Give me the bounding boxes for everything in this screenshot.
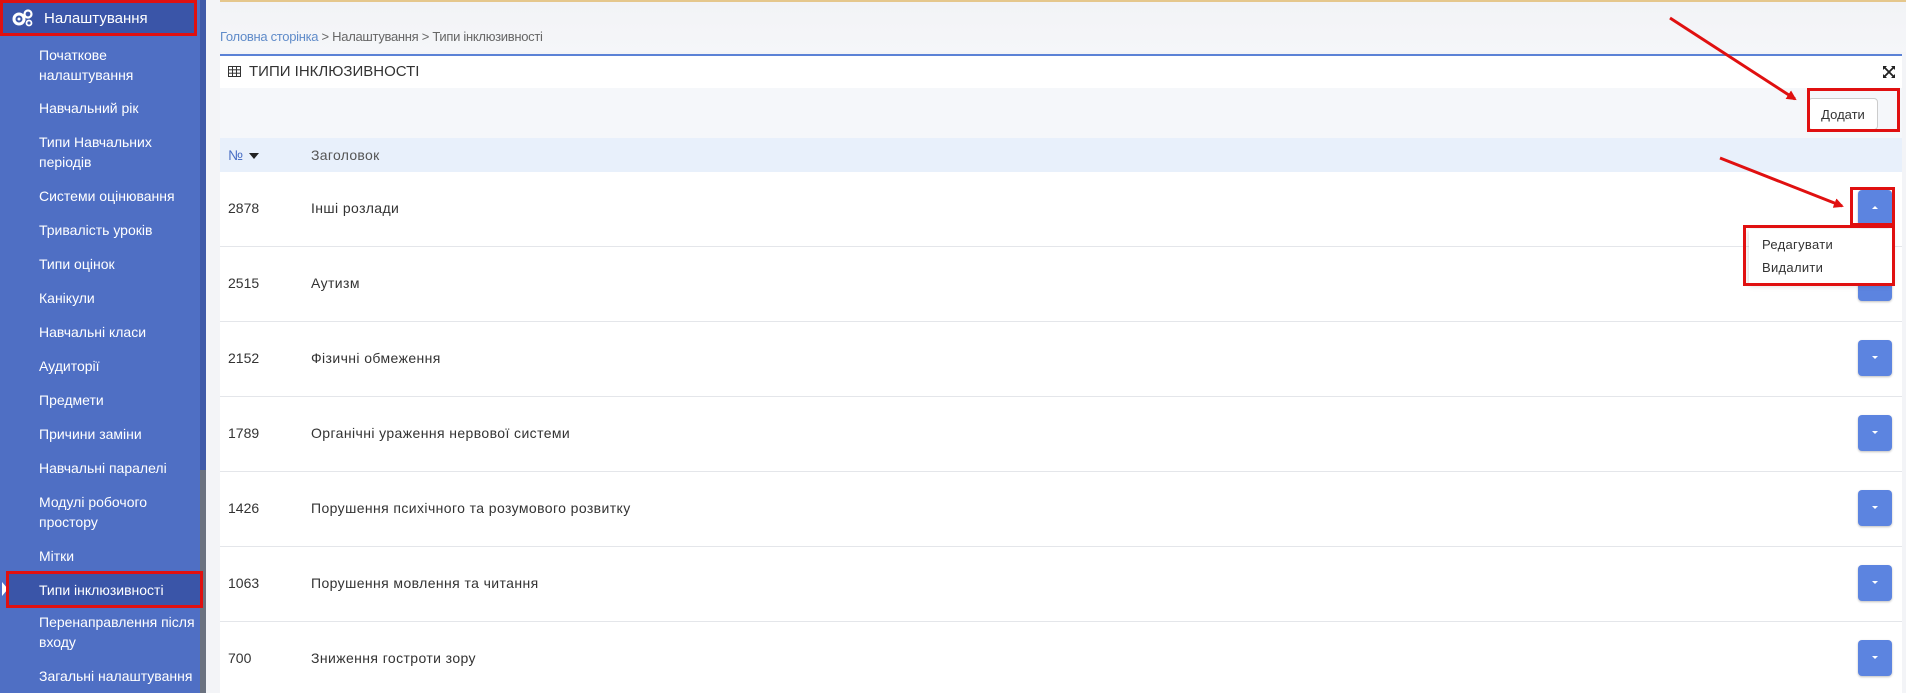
sidebar-item[interactable]: Навчальні класи — [0, 322, 200, 342]
annotation-box-active-item — [6, 571, 203, 608]
row-title: Аутизм — [311, 275, 360, 291]
sidebar-item[interactable]: Перенаправлення після входу — [0, 612, 200, 652]
caret-down-icon — [1872, 431, 1878, 434]
sidebar-item[interactable]: Типи Навчальних періодів — [0, 132, 200, 172]
breadcrumb-current: Типи інклюзивності — [432, 29, 543, 44]
panel-toolbar: Додати — [220, 88, 1902, 138]
row-actions-button[interactable] — [1858, 640, 1892, 676]
sidebar-item[interactable]: Тривалість уроків — [0, 220, 200, 240]
table-row: 2152 Фізичні обмеження — [220, 322, 1902, 397]
row-title: Органічні ураження нервової системи — [311, 425, 571, 441]
table-row: 2878 Інші розлади — [220, 172, 1902, 247]
row-number: 2515 — [228, 275, 260, 291]
sidebar-item[interactable]: Системи оцінювання — [0, 186, 200, 206]
inclusivity-types-panel: ТИПИ ІНКЛЮЗИВНОСТІ Додати № Заголовок 28… — [220, 54, 1902, 693]
sidebar-item[interactable]: Канікули — [0, 288, 200, 308]
table-header: № Заголовок — [220, 138, 1902, 172]
sidebar-item[interactable]: Початкове налаштування — [0, 45, 200, 85]
table-icon — [228, 65, 241, 77]
table-row: 1426 Порушення психічного та розумового р… — [220, 472, 1902, 547]
column-header-number[interactable]: № — [228, 147, 260, 163]
caret-down-icon — [1872, 581, 1878, 584]
row-number: 700 — [228, 650, 252, 666]
panel-title: ТИПИ ІНКЛЮЗИВНОСТІ — [249, 62, 420, 80]
breadcrumb: Головна сторінка > Налаштування > Типи і… — [220, 29, 543, 44]
row-title: Фізичні обмеження — [311, 350, 441, 366]
annotation-box-dropdown — [1743, 225, 1895, 286]
sidebar-item[interactable]: Навчальний рік — [0, 98, 200, 118]
annotation-box-settings — [0, 0, 197, 36]
caret-down-icon — [1872, 656, 1878, 659]
row-title: Порушення мовлення та читання — [311, 575, 539, 591]
sort-desc-icon — [249, 153, 260, 160]
row-title: Порушення психічного та розумового розви… — [311, 500, 631, 516]
table-row: 700 Зниження гостроти зору — [220, 622, 1902, 693]
row-actions-button[interactable] — [1858, 415, 1892, 451]
row-number: 1063 — [228, 575, 260, 591]
column-header-number-label: № — [228, 147, 244, 163]
breadcrumb-separator: > — [418, 29, 433, 44]
row-number: 1426 — [228, 500, 260, 516]
header-background — [220, 2, 1906, 52]
table-row: 1789 Органічні ураження нервової системи — [220, 397, 1902, 472]
caret-down-icon — [1872, 506, 1878, 509]
annotation-box-add-button — [1807, 88, 1900, 132]
row-number: 2152 — [228, 350, 260, 366]
row-number: 1789 — [228, 425, 260, 441]
panel-header: ТИПИ ІНКЛЮЗИВНОСТІ — [220, 56, 1902, 86]
breadcrumb-separator: > — [318, 29, 333, 44]
row-actions-button[interactable] — [1858, 565, 1892, 601]
row-title: Інші розлади — [311, 200, 400, 216]
caret-down-icon — [1872, 356, 1878, 359]
sidebar-item[interactable]: Предмети — [0, 390, 200, 410]
sidebar-item[interactable]: Загальні налаштування — [0, 666, 200, 686]
column-header-title[interactable]: Заголовок — [311, 147, 380, 163]
breadcrumb-home-link[interactable]: Головна сторінка — [220, 29, 319, 44]
breadcrumb-settings-link[interactable]: Налаштування — [332, 29, 419, 44]
sidebar-item[interactable]: Причини заміни — [0, 424, 200, 444]
row-actions-button[interactable] — [1858, 340, 1892, 376]
row-title: Зниження гостроти зору — [311, 650, 476, 666]
sidebar-item[interactable]: Модулі робочого простору — [0, 492, 200, 532]
annotation-box-row-action — [1850, 187, 1895, 226]
row-number: 2878 — [228, 200, 260, 216]
sidebar-item[interactable]: Навчальні паралелі — [0, 458, 200, 478]
sidebar-item[interactable]: Аудиторії — [0, 356, 200, 376]
sidebar-item[interactable]: Мітки — [0, 546, 200, 566]
expand-icon[interactable] — [1882, 65, 1896, 79]
sidebar-item[interactable]: Типи оцінок — [0, 254, 200, 274]
row-actions-button[interactable] — [1858, 490, 1892, 526]
table-row: 1063 Порушення мовлення та читання — [220, 547, 1902, 622]
table-row: 2515 Аутизм — [220, 247, 1902, 322]
